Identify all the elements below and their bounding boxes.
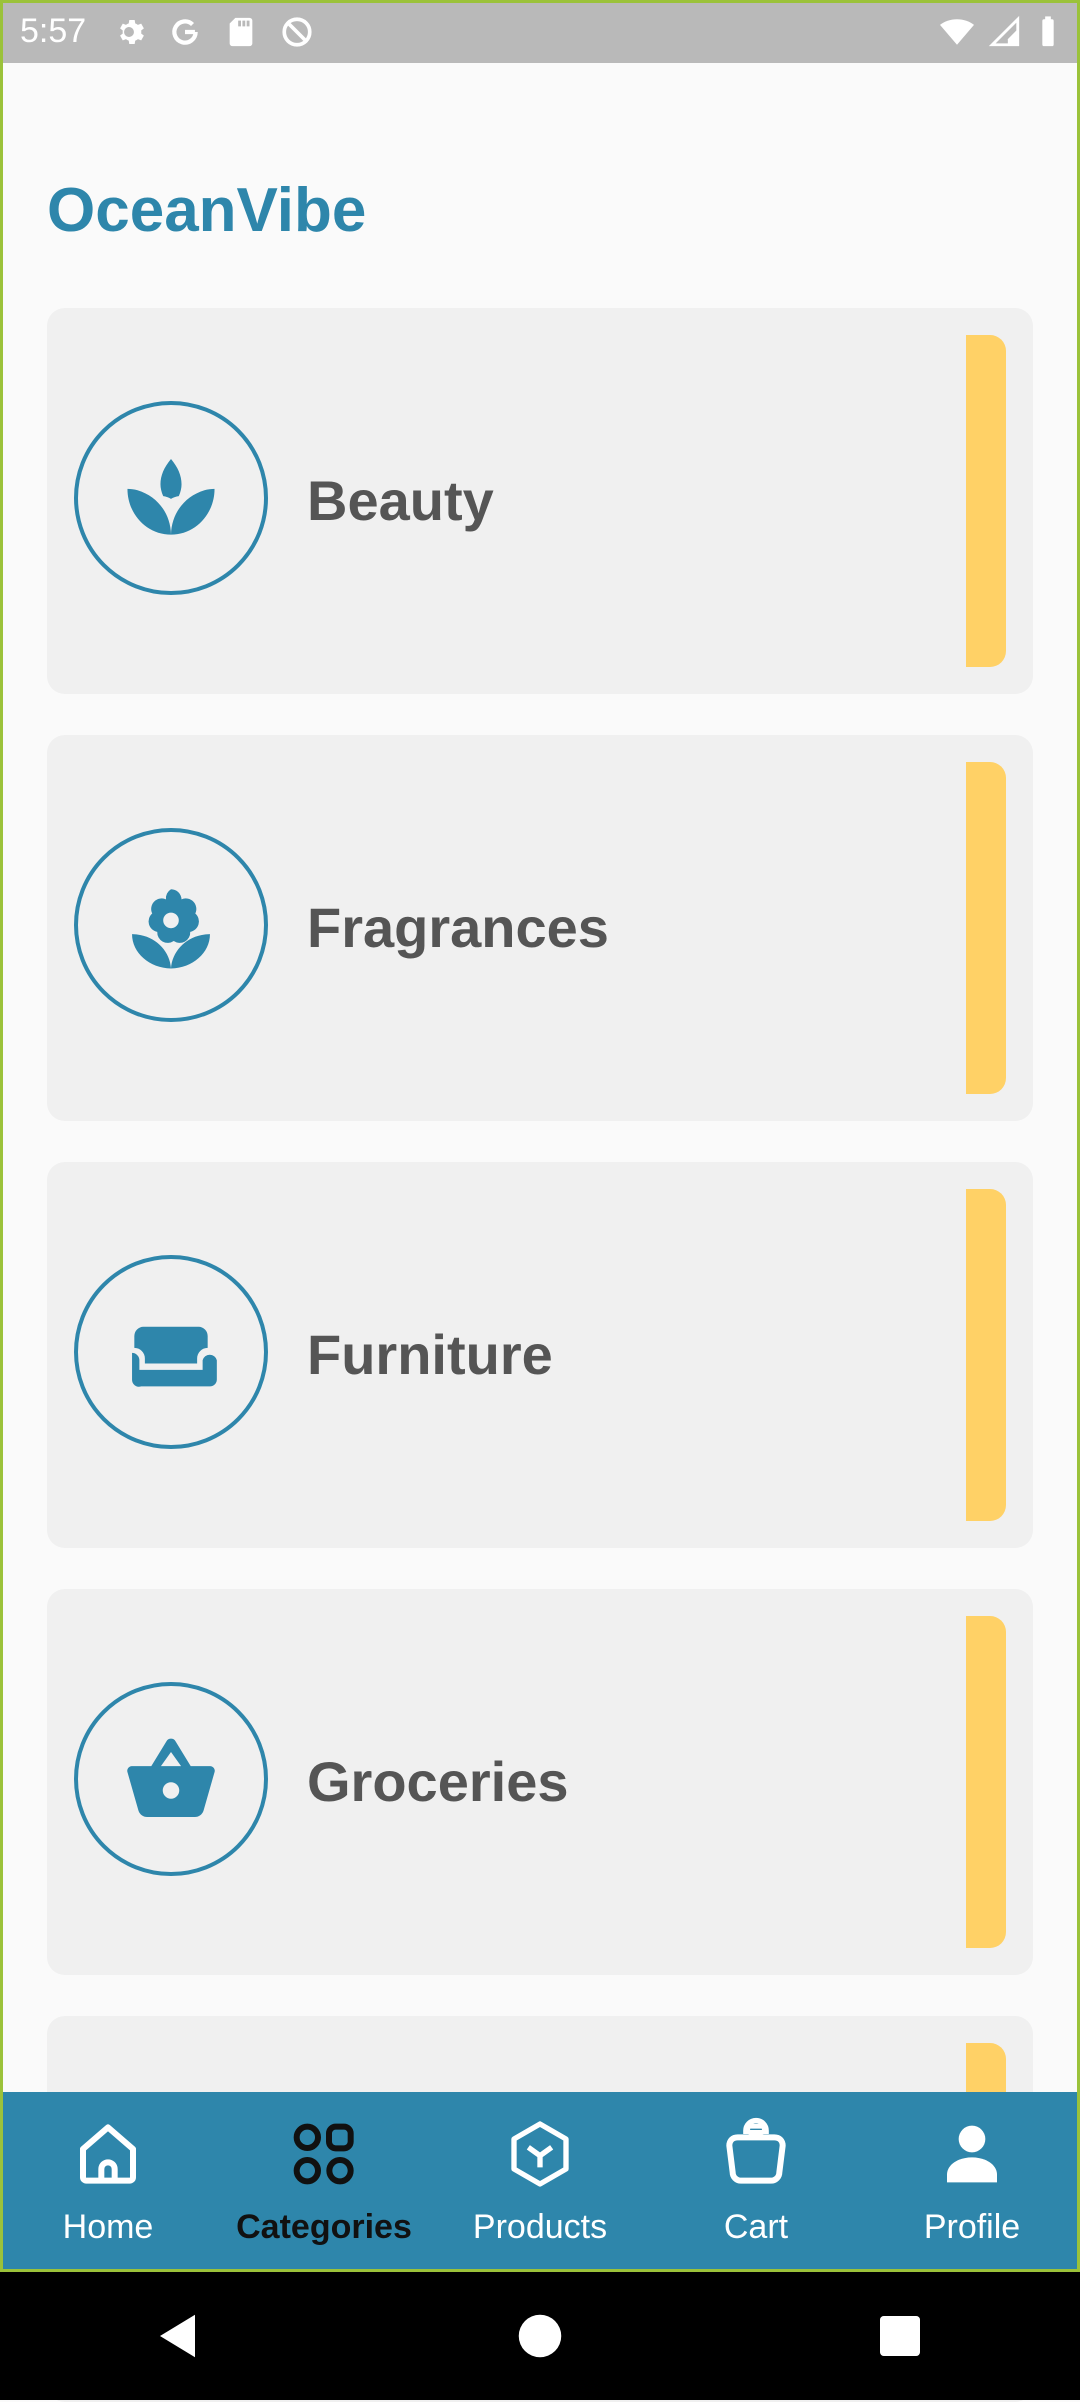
nav-label: Home [62, 2208, 154, 2246]
google-icon [168, 15, 202, 49]
card-accent-bar [966, 1189, 1006, 1521]
nav-label: Profile [923, 2208, 1021, 2246]
nav-label: Categories [236, 2208, 412, 2246]
profile-icon [932, 2114, 1012, 2194]
category-icon-frame [74, 1255, 268, 1449]
wifi-icon [940, 15, 974, 49]
nav-item-cart[interactable]: Cart [648, 2092, 864, 2272]
cell-signal-icon [988, 15, 1022, 49]
do-not-disturb-icon [280, 15, 314, 49]
status-left-icons [112, 15, 314, 49]
recents-icon[interactable] [870, 2306, 930, 2366]
back-icon[interactable] [150, 2306, 210, 2366]
cart-icon [716, 2114, 796, 2194]
nav-label: Products [472, 2208, 608, 2246]
products-icon [500, 2114, 580, 2194]
card-accent-bar [966, 762, 1006, 1094]
sofa-icon [116, 1297, 226, 1407]
sd-card-icon [224, 15, 258, 49]
category-label: Fragrances [307, 896, 609, 959]
category-card-groceries[interactable]: Groceries [47, 1589, 1033, 1975]
card-accent-bar [966, 1616, 1006, 1948]
nav-item-home[interactable]: Home [0, 2092, 216, 2272]
category-label: Groceries [307, 1750, 569, 1813]
category-icon-frame [74, 401, 268, 595]
home-circle-icon[interactable] [510, 2306, 570, 2366]
category-card-fragrances[interactable]: Fragrances [47, 735, 1033, 1121]
nav-label: Cart [723, 2208, 789, 2246]
flower-icon [116, 870, 226, 980]
battery-icon [1036, 15, 1060, 49]
bottom-nav: Home Categories Products Cart Profile [0, 2092, 1080, 2272]
category-label: Furniture [307, 1323, 553, 1386]
categories-icon [284, 2114, 364, 2194]
nav-item-products[interactable]: Products [432, 2092, 648, 2272]
basket-icon [116, 1724, 226, 1834]
nav-item-categories[interactable]: Categories [216, 2092, 432, 2272]
category-icon-frame [74, 828, 268, 1022]
category-icon-frame [74, 1682, 268, 1876]
app-title: OceanVibe [47, 176, 367, 245]
settings-icon [112, 15, 146, 49]
lotus-icon [116, 443, 226, 553]
status-right-icons [940, 15, 1060, 49]
status-time: 5:57 [20, 12, 87, 50]
system-nav-bar [0, 2272, 1080, 2400]
category-card-furniture[interactable]: Furniture [47, 1162, 1033, 1548]
nav-item-profile[interactable]: Profile [864, 2092, 1080, 2272]
card-accent-bar [966, 335, 1006, 667]
category-label: Beauty [307, 469, 494, 532]
status-bar: 5:57 [0, 0, 1080, 63]
category-card-beauty[interactable]: Beauty [47, 308, 1033, 694]
home-icon [68, 2114, 148, 2194]
